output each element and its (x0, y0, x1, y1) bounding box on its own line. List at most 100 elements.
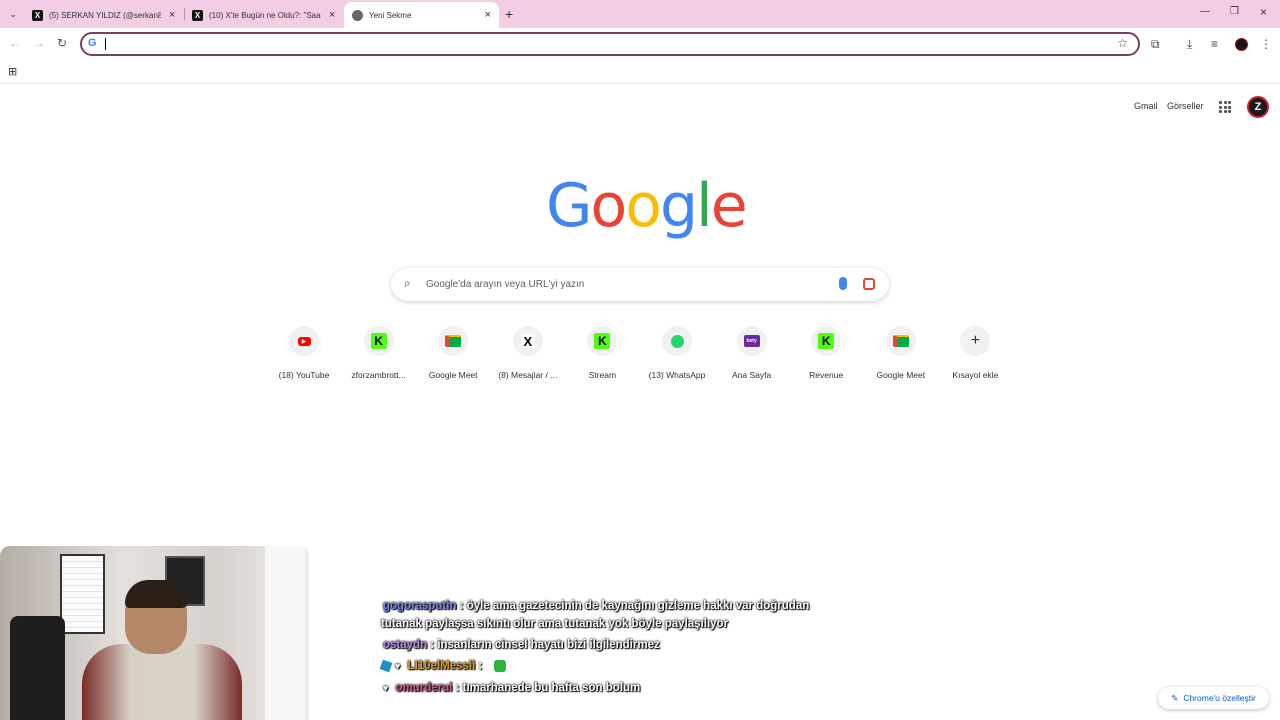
google-lens-icon[interactable] (863, 278, 875, 290)
customize-label: Chrome'u özelleştir (1183, 693, 1256, 703)
menu-icon[interactable]: ⋮ (1260, 37, 1272, 51)
tab-title: (10) X'te Bugün ne Oldu?: "Saad (209, 10, 321, 20)
forward-icon[interactable]: → (33, 36, 45, 50)
shortcut-label: Google Meet (876, 370, 926, 380)
chat-text: : (478, 660, 483, 673)
logo-letter: o (625, 171, 662, 241)
x-icon: X (192, 9, 203, 21)
chat-text: : tımarhanede bu hafta son bolum (455, 682, 641, 694)
omnibox[interactable]: G ☆ (80, 32, 1140, 56)
shortcut-label: (13) WhatsApp (648, 370, 706, 380)
tab-2[interactable]: X (10) X'te Bugün ne Oldu?: "Saad × (184, 2, 344, 28)
extensions-icon[interactable]: ⧉ (1151, 37, 1160, 52)
meet-icon (438, 326, 469, 356)
download-icon[interactable]: ⤓ (1187, 37, 1192, 52)
shortcut-label: Stream (588, 370, 617, 380)
chat-text: : insanların cinsel hayatı bizi ilgilend… (430, 639, 660, 651)
webcam-window-blinds (60, 554, 105, 634)
kick-icon: K (811, 326, 842, 356)
search-icon: ⌕ (404, 276, 411, 290)
shortcut-label: (18) YouTube (278, 370, 330, 380)
shortcut-label: (8) Mesajlar / ... (498, 370, 558, 380)
chat-message-continuation: tutanak paylaşsa sıkıntı olur ama tutana… (381, 618, 728, 630)
pencil-icon: ✎ (1171, 692, 1179, 703)
close-icon[interactable]: × (329, 9, 335, 21)
tab-title: (5) SERKAN YILDIZ (@serkan80y (49, 10, 161, 20)
chat-username: LI10elMessii (407, 660, 476, 673)
sub-badge-icon (379, 659, 393, 673)
chat-username: omurderui (395, 682, 453, 694)
tab-title: Yeni Sekme (369, 10, 412, 20)
tab-3-active[interactable]: Yeni Sekme × (344, 2, 499, 28)
images-link[interactable]: Görseller (1167, 101, 1204, 111)
chat-text: : öyle ama gazetecinin de kaynağını gizl… (459, 600, 810, 612)
whatsapp-icon (662, 326, 692, 356)
tab-search-button[interactable]: ⌄ (5, 6, 21, 22)
shortcut-tile[interactable]: Google Meet (861, 326, 941, 386)
toolbar: ← → ↻ G ☆ ⧉ ⤓ ≡ ⋮ (0, 28, 1280, 60)
google-g-icon: G (88, 37, 97, 49)
chat-text: tutanak paylaşsa sıkıntı olur ama tutana… (381, 618, 729, 630)
shortcut-tile[interactable]: + Kısayol ekle (935, 326, 1015, 386)
bookmark-star-icon[interactable]: ☆ (1117, 36, 1128, 50)
gmail-link[interactable]: Gmail (1134, 101, 1158, 111)
bookmarks-bar: ⊞ (0, 60, 1280, 84)
shortcut-tile[interactable]: K Revenue (786, 326, 866, 386)
restore-icon[interactable]: ❐ (1230, 6, 1239, 17)
shortcut-tile[interactable]: (13) WhatsApp (637, 326, 717, 386)
x-icon: X (32, 9, 43, 21)
shortcut-label: Ana Sayfa (731, 370, 772, 380)
x-icon: X (512, 326, 543, 356)
shortcut-label: Revenue (809, 370, 844, 380)
search-placeholder[interactable]: Google'da arayın veya URL'yi yazın (426, 279, 584, 290)
minimize-icon[interactable]: — (1200, 6, 1210, 17)
webcam-person-hair (125, 580, 187, 608)
close-icon[interactable]: × (169, 9, 175, 21)
chrome-icon (352, 9, 363, 21)
close-icon[interactable]: × (485, 9, 491, 21)
tab-1[interactable]: X (5) SERKAN YILDIZ (@serkan80y × (24, 2, 184, 28)
media-control-icon[interactable]: ≡ (1211, 37, 1218, 51)
shortcut-label: Kısayol ekle (952, 370, 999, 380)
shortcut-tile[interactable]: X (8) Mesajlar / ... (488, 326, 568, 386)
shortcut-label: Google Meet (428, 370, 478, 380)
search-box[interactable]: ⌕ Google'da arayın veya URL'yi yazın (391, 268, 889, 301)
webcam-overlay (0, 546, 309, 720)
shortcut-tile[interactable]: K Stream (562, 326, 642, 386)
logo-letter: e (710, 171, 748, 241)
heart-badge-icon: ♥ (395, 661, 401, 672)
shortcut-tile[interactable]: Google Meet (413, 326, 493, 386)
kick-icon: K (363, 326, 394, 356)
emote-icon (493, 660, 506, 672)
google-apps-icon[interactable] (1219, 101, 1231, 113)
logo-letter: g (659, 171, 698, 241)
shortcut-tile[interactable]: ▶ (18) YouTube (264, 326, 344, 386)
heart-badge-icon: ♥ (383, 683, 389, 693)
reload-icon[interactable]: ↻ (57, 36, 67, 50)
chat-message: ♥ omurderui : tımarhanede bu hafta son b… (383, 682, 640, 694)
microphone-icon[interactable] (839, 277, 847, 290)
profile-avatar-small[interactable] (1235, 38, 1248, 51)
account-avatar[interactable]: Z (1247, 96, 1269, 118)
chat-username: gogorasputin (383, 600, 457, 612)
shortcut-label: zforzambrott... (351, 370, 406, 380)
site-icon: bety (736, 326, 767, 356)
logo-letter: l (696, 171, 713, 241)
customize-chrome-button[interactable]: ✎ Chrome'u özelleştir (1158, 687, 1269, 709)
shortcut-tile[interactable]: bety Ana Sayfa (712, 326, 792, 386)
text-caret (105, 38, 106, 50)
close-window-icon[interactable]: × (1260, 5, 1267, 19)
shortcut-tile[interactable]: Kzforzambrott... (339, 326, 419, 386)
webcam-door (265, 546, 305, 720)
google-logo: Google (546, 166, 748, 246)
apps-grid-icon[interactable]: ⊞ (8, 65, 17, 78)
new-tab-button[interactable]: + (505, 6, 513, 22)
back-icon[interactable]: ← (9, 36, 21, 50)
chat-message: ostaydn : insanların cinsel hayatı bizi … (383, 639, 660, 651)
chat-message: ♥ LI10elMessii : (379, 659, 506, 673)
logo-letter: G (546, 171, 592, 241)
youtube-icon: ▶ (289, 326, 319, 356)
kick-icon: K (587, 326, 618, 356)
tab-strip: ⌄ X (5) SERKAN YILDIZ (@serkan80y × X (1… (0, 0, 1280, 28)
webcam-person-body (82, 644, 242, 720)
